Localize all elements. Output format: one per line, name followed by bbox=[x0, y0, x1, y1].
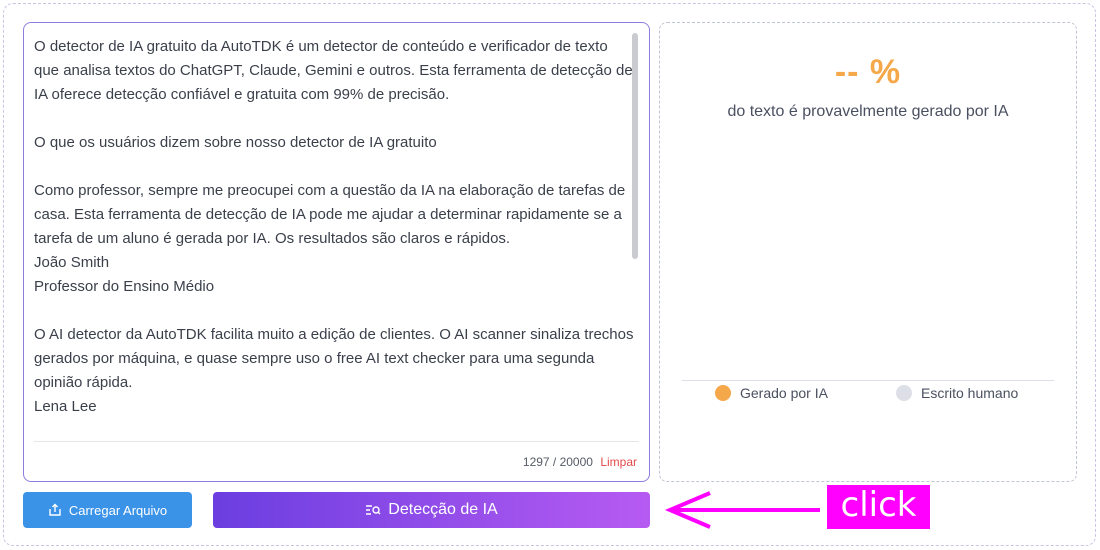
upload-button[interactable]: Carregar Arquivo bbox=[23, 492, 192, 528]
legend-human: Escrito humano bbox=[896, 385, 1018, 401]
editor-text[interactable]: O detector de IA gratuito da AutoTDK é u… bbox=[34, 35, 634, 445]
ai-percent: -- % bbox=[834, 53, 902, 91]
scrollbar[interactable] bbox=[632, 33, 638, 259]
arrow-icon bbox=[664, 491, 820, 529]
human-dot-icon bbox=[896, 385, 912, 401]
detect-label: Detecção de IA bbox=[388, 501, 498, 518]
result-panel: -- % do texto é provavelmente gerado por… bbox=[659, 22, 1077, 482]
legend-label-human: Escrito humano bbox=[921, 385, 1019, 401]
upload-icon bbox=[48, 503, 62, 517]
legend-ai: Gerado por IA bbox=[715, 385, 828, 401]
char-counter: 1297 / 20000 Limpar bbox=[523, 455, 637, 469]
clear-link[interactable]: Limpar bbox=[600, 455, 637, 469]
text-editor[interactable]: O detector de IA gratuito da AutoTDK é u… bbox=[23, 22, 650, 482]
detect-button[interactable]: Detecção de IA bbox=[213, 492, 650, 528]
char-count: 1297 / 20000 bbox=[522, 455, 593, 469]
click-annotation: click bbox=[827, 485, 930, 529]
divider bbox=[682, 380, 1054, 381]
scan-search-icon bbox=[365, 503, 381, 517]
legend-label-ai: Gerado por IA bbox=[740, 385, 828, 401]
result-subtitle: do texto é provavelmente gerado por IA bbox=[727, 103, 1009, 120]
divider bbox=[34, 441, 639, 442]
upload-label: Carregar Arquivo bbox=[68, 502, 168, 518]
ai-dot-icon bbox=[715, 385, 731, 401]
